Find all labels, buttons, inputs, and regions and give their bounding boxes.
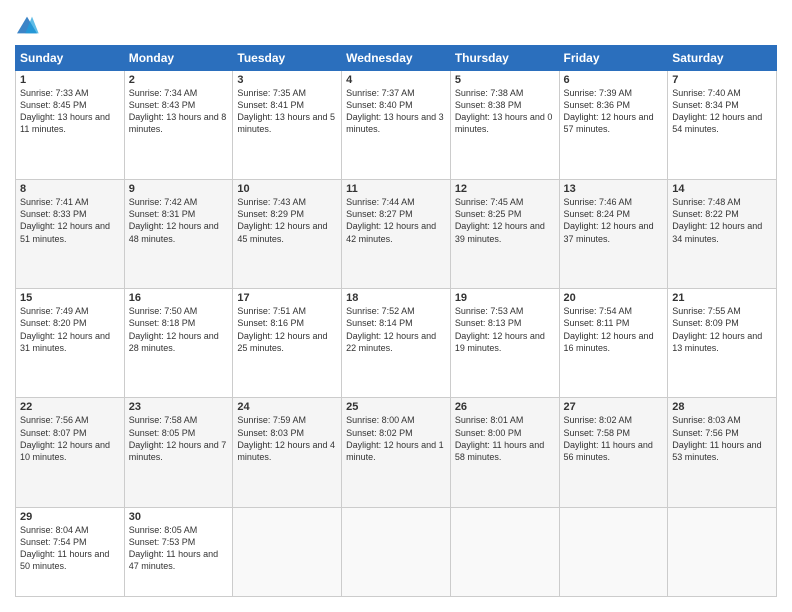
- calendar-cell: 8Sunrise: 7:41 AMSunset: 8:33 PMDaylight…: [16, 180, 125, 289]
- calendar-cell: 13Sunrise: 7:46 AMSunset: 8:24 PMDayligh…: [559, 180, 668, 289]
- calendar-cell: 30Sunrise: 8:05 AMSunset: 7:53 PMDayligh…: [124, 507, 233, 596]
- calendar-cell: 27Sunrise: 8:02 AMSunset: 7:58 PMDayligh…: [559, 398, 668, 507]
- calendar-cell: 24Sunrise: 7:59 AMSunset: 8:03 PMDayligh…: [233, 398, 342, 507]
- calendar-cell: 25Sunrise: 8:00 AMSunset: 8:02 PMDayligh…: [342, 398, 451, 507]
- calendar-day-header: Monday: [124, 46, 233, 71]
- calendar-cell: 28Sunrise: 8:03 AMSunset: 7:56 PMDayligh…: [668, 398, 777, 507]
- logo: [15, 15, 43, 35]
- calendar-cell: 29Sunrise: 8:04 AMSunset: 7:54 PMDayligh…: [16, 507, 125, 596]
- calendar-cell: [450, 507, 559, 596]
- calendar-cell: 17Sunrise: 7:51 AMSunset: 8:16 PMDayligh…: [233, 289, 342, 398]
- calendar-day-header: Wednesday: [342, 46, 451, 71]
- calendar-cell: 22Sunrise: 7:56 AMSunset: 8:07 PMDayligh…: [16, 398, 125, 507]
- page: SundayMondayTuesdayWednesdayThursdayFrid…: [0, 0, 792, 612]
- header: [15, 15, 777, 35]
- calendar-day-header: Saturday: [668, 46, 777, 71]
- calendar-cell: [233, 507, 342, 596]
- calendar-cell: 26Sunrise: 8:01 AMSunset: 8:00 PMDayligh…: [450, 398, 559, 507]
- calendar-cell: 3Sunrise: 7:35 AMSunset: 8:41 PMDaylight…: [233, 71, 342, 180]
- calendar-cell: [342, 507, 451, 596]
- calendar-day-header: Thursday: [450, 46, 559, 71]
- calendar-cell: 6Sunrise: 7:39 AMSunset: 8:36 PMDaylight…: [559, 71, 668, 180]
- calendar-cell: [559, 507, 668, 596]
- calendar-cell: [668, 507, 777, 596]
- calendar-cell: 19Sunrise: 7:53 AMSunset: 8:13 PMDayligh…: [450, 289, 559, 398]
- calendar-cell: 9Sunrise: 7:42 AMSunset: 8:31 PMDaylight…: [124, 180, 233, 289]
- calendar-cell: 1Sunrise: 7:33 AMSunset: 8:45 PMDaylight…: [16, 71, 125, 180]
- calendar-cell: 4Sunrise: 7:37 AMSunset: 8:40 PMDaylight…: [342, 71, 451, 180]
- calendar-day-header: Sunday: [16, 46, 125, 71]
- calendar-cell: 15Sunrise: 7:49 AMSunset: 8:20 PMDayligh…: [16, 289, 125, 398]
- calendar-day-header: Tuesday: [233, 46, 342, 71]
- calendar-cell: 20Sunrise: 7:54 AMSunset: 8:11 PMDayligh…: [559, 289, 668, 398]
- calendar-cell: 11Sunrise: 7:44 AMSunset: 8:27 PMDayligh…: [342, 180, 451, 289]
- calendar-cell: 5Sunrise: 7:38 AMSunset: 8:38 PMDaylight…: [450, 71, 559, 180]
- calendar-cell: 14Sunrise: 7:48 AMSunset: 8:22 PMDayligh…: [668, 180, 777, 289]
- calendar-cell: 2Sunrise: 7:34 AMSunset: 8:43 PMDaylight…: [124, 71, 233, 180]
- calendar-cell: 12Sunrise: 7:45 AMSunset: 8:25 PMDayligh…: [450, 180, 559, 289]
- calendar-cell: 7Sunrise: 7:40 AMSunset: 8:34 PMDaylight…: [668, 71, 777, 180]
- calendar-cell: 23Sunrise: 7:58 AMSunset: 8:05 PMDayligh…: [124, 398, 233, 507]
- calendar-header-row: SundayMondayTuesdayWednesdayThursdayFrid…: [16, 46, 777, 71]
- calendar-cell: 21Sunrise: 7:55 AMSunset: 8:09 PMDayligh…: [668, 289, 777, 398]
- calendar-table: SundayMondayTuesdayWednesdayThursdayFrid…: [15, 45, 777, 597]
- calendar-day-header: Friday: [559, 46, 668, 71]
- calendar-cell: 16Sunrise: 7:50 AMSunset: 8:18 PMDayligh…: [124, 289, 233, 398]
- calendar-cell: 18Sunrise: 7:52 AMSunset: 8:14 PMDayligh…: [342, 289, 451, 398]
- calendar-cell: 10Sunrise: 7:43 AMSunset: 8:29 PMDayligh…: [233, 180, 342, 289]
- logo-icon: [15, 15, 39, 35]
